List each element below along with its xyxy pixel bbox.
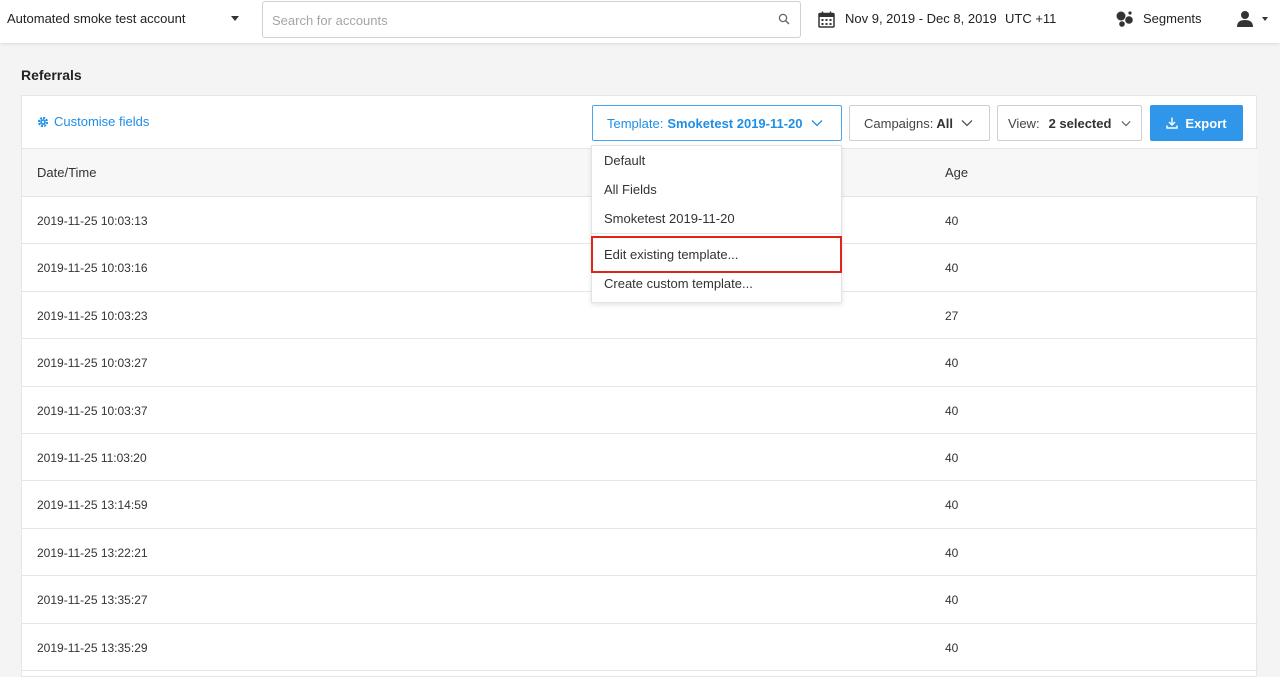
- cell-age: 40: [945, 545, 959, 560]
- cell-age: 40: [945, 450, 959, 465]
- menu-item-create-custom-template[interactable]: Create custom template...: [592, 270, 841, 298]
- page-title: Referrals: [21, 67, 82, 83]
- view-value: 2 selected: [1048, 115, 1112, 131]
- template-dropdown-menu: Default All Fields Smoketest 2019-11-20 …: [591, 145, 842, 303]
- cell-age: 40: [945, 593, 959, 608]
- customise-fields-label: Customise fields: [54, 114, 150, 129]
- cell-age: 40: [945, 403, 959, 418]
- cell-age: 40: [945, 356, 959, 371]
- calendar-icon[interactable]: [818, 11, 835, 28]
- search-input[interactable]: [272, 10, 772, 30]
- template-dropdown-button[interactable]: Template: Smoketest 2019-11-20: [592, 105, 842, 141]
- customise-fields-link[interactable]: Customise fields: [37, 114, 149, 129]
- menu-item-smoketest-template[interactable]: Smoketest 2019-11-20: [592, 205, 841, 233]
- cell-date: 2019-11-25 10:03:23: [37, 308, 148, 323]
- menu-item-default[interactable]: Default: [592, 147, 841, 175]
- table-row: 2019-11-25 13:22:21 40: [22, 529, 1258, 577]
- cell-date: 2019-11-25 13:14:59: [37, 498, 148, 513]
- export-label: Export: [1185, 115, 1227, 131]
- top-bar: Automated smoke test account Nov 9, 2019…: [0, 0, 1280, 43]
- highlight-box: [591, 236, 842, 273]
- search-icon[interactable]: [778, 13, 790, 25]
- cell-date: 2019-11-25 13:35:29: [37, 640, 148, 655]
- menu-divider: [592, 233, 841, 234]
- chevron-down-icon: [961, 120, 973, 127]
- chevron-down-icon: [811, 120, 822, 127]
- toolbar: Customise fields Template: Smoketest 201…: [22, 96, 1258, 149]
- table-row: 2019-11-25 11:03:20 40: [22, 434, 1258, 482]
- campaigns-value: All: [936, 115, 953, 131]
- cell-date: 2019-11-25 11:03:20: [37, 450, 147, 465]
- cell-date: 2019-11-25 13:35:27: [37, 593, 148, 608]
- cell-date: 2019-11-25 13:22:21: [37, 545, 148, 560]
- table-row: 2019-11-25 13:35:27 40: [22, 576, 1258, 624]
- user-icon[interactable]: [1236, 10, 1254, 28]
- date-range[interactable]: Nov 9, 2019 - Dec 8, 2019: [845, 11, 997, 26]
- download-icon: [1166, 117, 1179, 129]
- table-row: 2019-11-25 13:14:59 40: [22, 481, 1258, 529]
- cell-date: 2019-11-25 10:03:27: [37, 356, 148, 371]
- chevron-down-icon: [1121, 120, 1131, 126]
- account-caret-icon[interactable]: [231, 16, 239, 21]
- search-box: [262, 1, 801, 38]
- segments-icon[interactable]: [1115, 10, 1135, 28]
- template-label: Template:: [607, 115, 664, 131]
- view-label: View:: [1008, 115, 1040, 131]
- view-dropdown-button[interactable]: View: 2 selected: [997, 105, 1142, 141]
- table-row: 2019-11-25 10:03:27 40: [22, 339, 1258, 387]
- cell-age: 40: [945, 640, 959, 655]
- template-value: Smoketest 2019-11-20: [667, 115, 803, 131]
- cell-age: 27: [945, 308, 959, 323]
- timezone-label[interactable]: UTC +11: [1005, 11, 1056, 26]
- account-selector[interactable]: Automated smoke test account: [7, 11, 185, 26]
- cell-age: 40: [945, 214, 959, 228]
- cell-date: 2019-11-25 10:03:16: [37, 261, 148, 276]
- segments-link[interactable]: Segments: [1143, 11, 1202, 26]
- column-header-date[interactable]: Date/Time: [37, 165, 96, 180]
- export-button[interactable]: Export: [1150, 105, 1243, 141]
- cell-age: 40: [945, 261, 959, 276]
- column-header-age[interactable]: Age: [945, 165, 968, 180]
- user-menu-caret-icon[interactable]: [1262, 17, 1268, 21]
- campaigns-dropdown-button[interactable]: Campaigns: All: [849, 105, 990, 141]
- table-row: 2019-11-25 13:35:29 40: [22, 624, 1258, 671]
- cell-date: 2019-11-25 10:03:37: [37, 403, 148, 418]
- table-row: 2019-11-25 10:03:37 40: [22, 387, 1258, 434]
- campaigns-label: Campaigns:: [864, 115, 934, 131]
- menu-item-all-fields[interactable]: All Fields: [592, 176, 841, 204]
- gear-icon: [37, 116, 49, 127]
- cell-date: 2019-11-25 10:03:13: [37, 214, 148, 228]
- cell-age: 40: [945, 498, 959, 513]
